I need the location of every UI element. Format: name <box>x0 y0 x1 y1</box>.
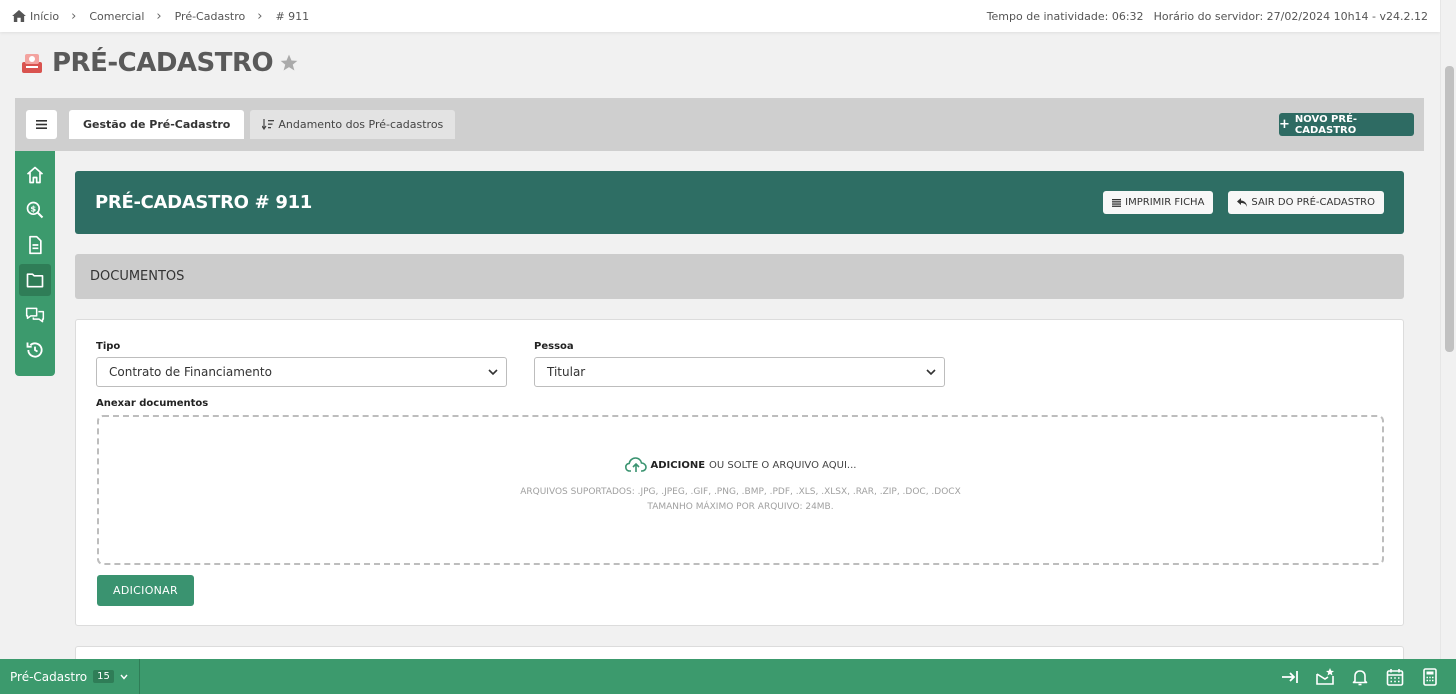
tab-andamento-pre-cadastros[interactable]: Andamento dos Pré-cadastros <box>250 110 456 139</box>
star-icon[interactable] <box>279 53 299 73</box>
hamburger-menu-button[interactable] <box>26 110 57 139</box>
sidenav-item-folder[interactable] <box>19 264 51 296</box>
bell-icon[interactable] <box>1350 667 1370 687</box>
exit-button[interactable]: SAIR DO PRÉ-CADASTRO <box>1228 191 1384 214</box>
list-icon <box>1112 198 1122 207</box>
breadcrumb-item-inicio[interactable]: Início <box>30 10 59 23</box>
page-title: PRÉ-CADASTRO <box>19 48 299 78</box>
mail-star-icon[interactable] <box>1315 667 1335 687</box>
new-pre-cadastro-label: NOVO PRÉ-CADASTRO <box>1294 113 1358 136</box>
file-dropzone[interactable]: ADICIONE OU SOLTE O ARQUIVO AQUI... ARQU… <box>97 415 1384 565</box>
new-pre-cadastro-button[interactable]: + NOVO PRÉ-CADASTRO <box>1279 113 1414 136</box>
max-file-size: TAMANHO MÁXIMO POR ARQUIVO: 24MB. <box>647 502 834 512</box>
reply-icon <box>1237 198 1248 207</box>
chevron-right-icon: › <box>156 8 162 24</box>
svg-text:$: $ <box>30 204 36 214</box>
document-icon <box>29 235 42 255</box>
record-header: PRÉ-CADASTRO # 911 IMPRIMIR FICHA SAIR D… <box>75 171 1404 234</box>
page-scrollbar[interactable] <box>1440 0 1456 659</box>
sidenav-item-home[interactable] <box>19 159 51 191</box>
sidenav-item-search[interactable]: $ <box>19 194 51 226</box>
add-document-button[interactable]: ADICIONAR <box>97 575 194 606</box>
sort-icon <box>262 119 275 130</box>
chevron-right-icon: › <box>71 8 77 24</box>
folder-icon <box>26 273 44 288</box>
chevron-down-icon <box>488 369 498 376</box>
chevron-right-icon: › <box>257 8 263 24</box>
register-icon <box>22 54 42 73</box>
breadcrumb: Início › Comercial › Pré-Cadastro › # 91… <box>12 9 309 24</box>
sidenav-item-history[interactable] <box>19 334 51 366</box>
tipo-select-value: Contrato de Financiamento <box>109 365 272 379</box>
tipo-select[interactable]: Contrato de Financiamento <box>96 357 507 387</box>
chevron-down-icon <box>120 674 128 680</box>
breadcrumb-item-comercial[interactable]: Comercial <box>89 10 144 23</box>
home-icon <box>26 166 44 184</box>
upload-cloud-icon <box>624 457 647 472</box>
print-button-label: IMPRIMIR FICHA <box>1125 197 1205 208</box>
supported-formats: ARQUIVOS SUPORTADOS: .JPG, .JPEG, .GIF, … <box>520 487 961 497</box>
chevron-down-icon <box>926 369 936 376</box>
tab-andamento-label: Andamento dos Pré-cadastros <box>278 118 444 131</box>
plus-icon: + <box>1279 117 1290 132</box>
inactivity-timer: Tempo de inatividade: 06:32 <box>986 9 1144 23</box>
bottom-bar: Pré-Cadastro 15 <box>0 659 1456 694</box>
tab-gestao-pre-cadastro[interactable]: Gestão de Pré-Cadastro <box>69 110 245 139</box>
search-dollar-icon: $ <box>26 201 44 219</box>
page-title-text: PRÉ-CADASTRO <box>52 48 274 78</box>
module-name: Pré-Cadastro <box>10 669 88 684</box>
dropzone-add-text[interactable]: ADICIONE <box>651 460 706 471</box>
record-title: PRÉ-CADASTRO # 911 <box>95 192 313 213</box>
anexar-label: Anexar documentos <box>96 398 209 409</box>
pessoa-select-value: Titular <box>547 365 586 379</box>
menu-icon <box>36 120 47 129</box>
section-documentos: DOCUMENTOS <box>75 254 1404 299</box>
home-icon <box>12 10 26 22</box>
side-nav: $ <box>15 151 55 376</box>
server-time: Horário do servidor: 27/02/2024 10h14 - … <box>1153 9 1428 23</box>
scrollbar-thumb[interactable] <box>1445 66 1454 352</box>
breadcrumb-item-current: # 911 <box>275 9 310 23</box>
sidenav-item-document[interactable] <box>19 229 51 261</box>
history-icon <box>26 342 43 358</box>
module-switcher[interactable]: Pré-Cadastro 15 <box>0 659 140 694</box>
tipo-label: Tipo <box>96 341 121 352</box>
module-count-badge: 15 <box>93 670 114 683</box>
sidenav-item-chat[interactable] <box>19 299 51 331</box>
breadcrumb-item-pre-cadastro[interactable]: Pré-Cadastro <box>175 10 246 23</box>
document-form: Tipo Contrato de Financiamento Pessoa Ti… <box>75 319 1404 626</box>
dropzone-drop-text: OU SOLTE O ARQUIVO AQUI... <box>709 459 857 471</box>
print-button[interactable]: IMPRIMIR FICHA <box>1103 191 1214 214</box>
chat-icon <box>25 307 45 323</box>
pessoa-label: Pessoa <box>534 341 574 352</box>
calendar-icon[interactable] <box>1385 667 1405 687</box>
pessoa-select[interactable]: Titular <box>534 357 945 387</box>
exit-button-label: SAIR DO PRÉ-CADASTRO <box>1251 197 1375 208</box>
calculator-icon[interactable] <box>1420 667 1440 687</box>
top-bar: Início › Comercial › Pré-Cadastro › # 91… <box>0 0 1440 32</box>
tab-bar: Gestão de Pré-Cadastro Andamento dos Pré… <box>26 110 456 139</box>
arrow-to-right-icon[interactable] <box>1280 667 1300 687</box>
